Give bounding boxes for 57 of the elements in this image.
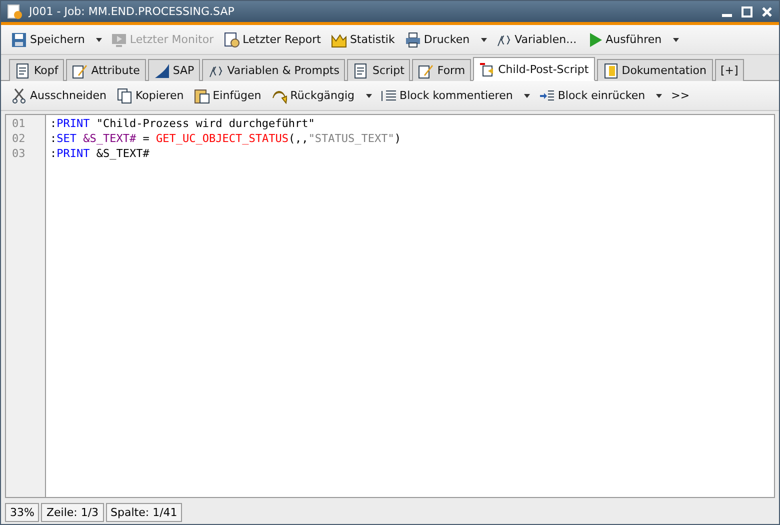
window-title: J001 - Job: MM.END.PROCESSING.SAP	[29, 5, 236, 18]
tab[interactable]: Attribute	[66, 59, 146, 81]
tab[interactable]: Child-Post-Script	[473, 57, 595, 81]
toolbar-button[interactable]: Statistik	[328, 30, 397, 50]
status-cell: 33%	[5, 502, 40, 522]
line-number: 02	[12, 131, 26, 146]
pencil-icon	[72, 62, 88, 78]
tab[interactable]: Kopf	[9, 59, 64, 81]
caret-icon[interactable]	[364, 92, 373, 100]
line-number: 01	[12, 116, 26, 131]
caret-icon[interactable]	[655, 92, 664, 100]
document-icon	[353, 62, 370, 78]
status-cell: Spalte: 1/41	[106, 502, 182, 522]
toolbar-button[interactable]: Ausschneiden	[9, 86, 108, 106]
toolbar-button[interactable]: Einfügen	[192, 86, 264, 106]
toolbar-button[interactable]: Letzter Report	[222, 30, 323, 50]
code-line: :PRINT &S_TEXT#	[50, 146, 150, 161]
toolbar-button[interactable]: Kopieren	[114, 86, 186, 106]
caret-icon[interactable]	[94, 36, 103, 44]
pencil-icon	[418, 62, 434, 78]
document-icon	[15, 62, 31, 78]
code-editor[interactable]: 01 02 03 :PRINT "Child-Prozess wird durchgeführt" :SET &S_TEXT# = GET_UC_OBJECT_STATUS(,,"STATUS_TEXT") :PRINT &S_TEXT#	[5, 114, 775, 498]
toolbar-button[interactable]: Variablen...	[494, 30, 579, 50]
maximize-icon[interactable]	[741, 6, 753, 18]
toolbar-button[interactable]: Rückgängig	[269, 86, 357, 106]
printer-icon	[404, 32, 421, 48]
tab[interactable]: [+]	[714, 59, 744, 81]
toolbar-button[interactable]: Block einrücken	[536, 86, 648, 106]
tab[interactable]: Script	[347, 59, 410, 81]
code-line: :PRINT "Child-Prozess wird durchgeführt"	[50, 116, 316, 131]
monitor-icon	[110, 32, 127, 48]
tab[interactable]: Dokumentation	[596, 59, 713, 81]
code-line: :SET &S_TEXT# = GET_UC_OBJECT_STATUS(,,"STATUS_TEXT")	[50, 131, 402, 146]
floppy-icon	[11, 32, 27, 48]
line-number: 03	[12, 146, 26, 161]
toolbar-button[interactable]: Ausführen	[584, 30, 664, 50]
toolbar-button[interactable]: Block kommentieren	[378, 86, 515, 106]
indent-icon	[538, 88, 555, 104]
lines-icon	[380, 88, 397, 104]
caret-icon[interactable]	[672, 36, 680, 44]
swoosh-icon	[154, 62, 170, 78]
status-cell: Zeile: 1/3	[41, 502, 104, 522]
scissors-icon	[11, 88, 27, 104]
book-icon	[602, 62, 619, 78]
clipboard-icon	[194, 88, 210, 104]
caret-icon[interactable]	[480, 36, 488, 44]
tab[interactable]: SAP	[148, 59, 200, 81]
tab[interactable]: Form	[412, 59, 472, 81]
close-icon[interactable]	[761, 6, 773, 18]
report-icon	[224, 32, 240, 48]
caret-icon[interactable]	[522, 92, 531, 100]
copy-icon	[116, 88, 132, 104]
toolbar-button[interactable]: Drucken	[402, 30, 472, 50]
toolbar-button[interactable]: >>	[669, 87, 692, 104]
tab[interactable]: Variablen & Prompts	[202, 59, 346, 81]
script-arrow-icon	[479, 61, 496, 77]
toolbar-button[interactable]: Speichern	[9, 30, 87, 50]
